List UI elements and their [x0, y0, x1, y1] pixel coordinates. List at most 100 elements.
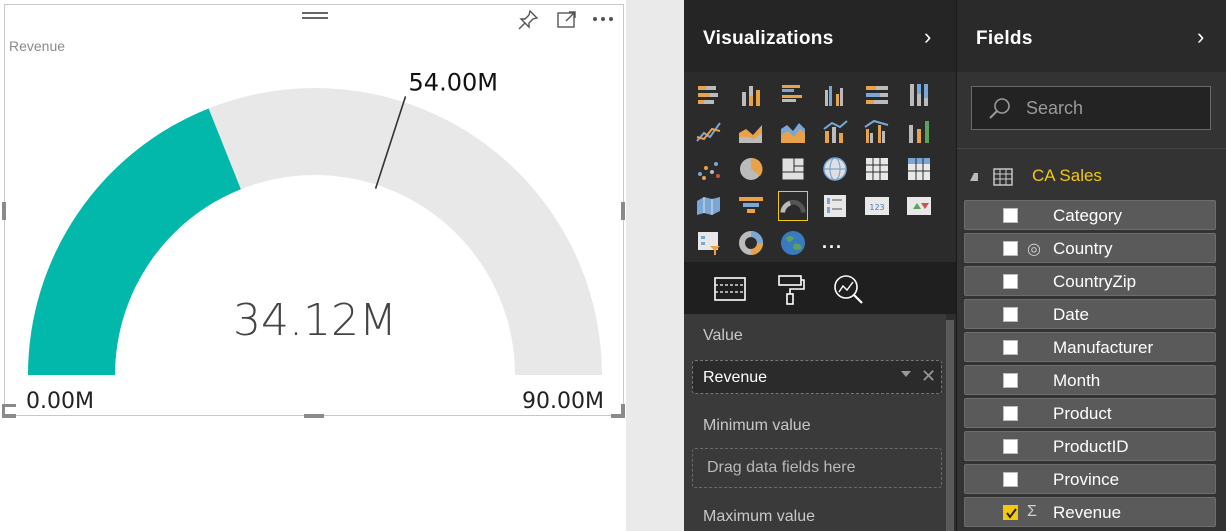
- field-checkbox[interactable]: [1003, 472, 1018, 487]
- map-icon[interactable]: [820, 154, 850, 184]
- minimum-value-well-label: Minimum value: [703, 417, 811, 434]
- table-icon: [993, 168, 1013, 186]
- slicer-icon[interactable]: [694, 228, 724, 258]
- field-item[interactable]: Month: [964, 365, 1216, 395]
- search-placeholder: Search: [1026, 98, 1084, 118]
- field-checkbox[interactable]: [1003, 340, 1018, 355]
- field-item[interactable]: Date: [964, 299, 1216, 329]
- field-label: Product: [1053, 404, 1112, 423]
- treemap-icon[interactable]: [778, 154, 808, 184]
- field-label: Category: [1053, 206, 1122, 225]
- filled-map-icon[interactable]: [694, 191, 724, 221]
- table-name: CA Sales: [1032, 166, 1102, 185]
- card-icon[interactable]: 123: [862, 191, 892, 221]
- fields-pane: Fields › Search CA Sales Category ◎ Countr…: [956, 0, 1226, 531]
- field-item[interactable]: CountryZip: [964, 266, 1216, 296]
- fields-search-input[interactable]: Search: [971, 86, 1211, 130]
- fields-tab-icon[interactable]: [712, 272, 748, 306]
- matrix-icon[interactable]: [904, 154, 934, 184]
- gauge-min-label: 0.00M: [26, 389, 94, 414]
- value-field-name: Revenue: [703, 369, 768, 386]
- field-dropdown-chevron-icon[interactable]: [901, 371, 911, 377]
- area-chart-icon[interactable]: [736, 117, 766, 147]
- field-checkbox[interactable]: [1003, 505, 1018, 520]
- svg-text:123: 123: [869, 203, 884, 212]
- field-checkbox[interactable]: [1003, 208, 1018, 223]
- resize-handle-bottom-middle[interactable]: [304, 414, 324, 418]
- line-chart-icon[interactable]: [694, 117, 724, 147]
- sigma-icon: Σ: [1027, 503, 1037, 520]
- fields-title: Fields: [976, 28, 1033, 49]
- collapse-visualizations-chevron-icon[interactable]: ›: [924, 24, 931, 50]
- field-label: Revenue: [1053, 503, 1122, 522]
- ribbon-chart-icon[interactable]: [904, 117, 934, 147]
- field-label: Province: [1053, 470, 1120, 489]
- pie-chart-icon[interactable]: [736, 154, 766, 184]
- field-label: Month: [1053, 371, 1101, 390]
- field-item[interactable]: Manufacturer: [964, 332, 1216, 362]
- field-item[interactable]: Σ Revenue: [964, 497, 1216, 527]
- visualizations-pane: Visualizations › 123 ... Value Revenue ✕…: [684, 0, 956, 531]
- value-well-field[interactable]: Revenue ✕: [692, 360, 942, 394]
- field-item[interactable]: ProductID: [964, 431, 1216, 461]
- donut-chart-icon[interactable]: [736, 228, 766, 258]
- field-label: Date: [1053, 305, 1089, 324]
- 100-stacked-bar-chart-icon[interactable]: [862, 80, 892, 110]
- field-checkbox[interactable]: [1003, 439, 1018, 454]
- field-label: ProductID: [1053, 437, 1129, 456]
- multi-row-card-icon[interactable]: [820, 191, 850, 221]
- table-icon[interactable]: [862, 154, 892, 184]
- more-visuals-button[interactable]: ...: [822, 232, 852, 262]
- field-checkbox[interactable]: [1003, 406, 1018, 421]
- report-canvas[interactable]: Revenue 54.00M 34.12M 0.00M 90.00M: [0, 0, 684, 531]
- search-icon: [989, 98, 1010, 119]
- funnel-icon[interactable]: [736, 191, 766, 221]
- format-tab-icon[interactable]: [772, 272, 808, 306]
- field-item[interactable]: Province: [964, 464, 1216, 494]
- field-label: CountryZip: [1053, 272, 1137, 291]
- field-item[interactable]: Product: [964, 398, 1216, 428]
- resize-handle-middle-right[interactable]: [621, 202, 625, 220]
- 100-stacked-column-chart-icon[interactable]: [904, 80, 934, 110]
- field-checkbox[interactable]: [1003, 373, 1018, 388]
- globe-icon: ◎: [1027, 241, 1041, 258]
- field-checkbox[interactable]: [1003, 241, 1018, 256]
- stacked-column-chart-icon[interactable]: [736, 80, 766, 110]
- collapse-triangle-icon[interactable]: [970, 173, 978, 181]
- gauge-icon[interactable]: [778, 191, 808, 221]
- wells-scrollbar-thumb[interactable]: [946, 320, 954, 531]
- remove-field-close-icon[interactable]: ✕: [921, 366, 936, 387]
- globe-icon[interactable]: [778, 228, 808, 258]
- resize-handle-middle-left[interactable]: [2, 202, 6, 220]
- field-checkbox[interactable]: [1003, 274, 1018, 289]
- resize-handle-bottom-right-v[interactable]: [621, 404, 625, 418]
- field-checkbox[interactable]: [1003, 307, 1018, 322]
- field-item[interactable]: ◎ Country: [964, 233, 1216, 263]
- field-item[interactable]: Category: [964, 200, 1216, 230]
- gauge-target-label: 54.00M: [409, 68, 498, 96]
- line-and-stacked-column-icon[interactable]: [820, 117, 850, 147]
- fields-divider: [957, 148, 1226, 149]
- fields-header: Fields ›: [957, 0, 1226, 72]
- clustered-column-chart-icon[interactable]: [820, 80, 850, 110]
- gauge-value-arc: [28, 108, 241, 375]
- minimum-value-placeholder: Drag data fields here: [707, 459, 856, 476]
- minimum-value-drop-zone[interactable]: Drag data fields here: [692, 448, 942, 488]
- clustered-bar-chart-icon[interactable]: [778, 80, 808, 110]
- collapse-fields-chevron-icon[interactable]: ›: [1197, 24, 1204, 50]
- resize-handle-bottom-left[interactable]: [2, 414, 16, 418]
- line-and-clustered-column-icon[interactable]: [862, 117, 892, 147]
- kpi-icon[interactable]: [904, 191, 934, 221]
- visualizations-title: Visualizations: [703, 28, 834, 49]
- scatter-chart-icon[interactable]: [694, 154, 724, 184]
- gauge-max-label: 90.00M: [522, 389, 604, 414]
- field-label: Country: [1053, 239, 1113, 258]
- analytics-tab-icon[interactable]: [830, 272, 866, 306]
- field-label: Manufacturer: [1053, 338, 1154, 357]
- table-node[interactable]: CA Sales: [957, 160, 1226, 194]
- stacked-bar-chart-icon[interactable]: [694, 80, 724, 110]
- gauge-value-label: 34.12M: [233, 295, 397, 346]
- gauge-visual[interactable]: Revenue 54.00M 34.12M 0.00M 90.00M: [4, 4, 624, 416]
- gauge-chart: 54.00M 34.12M 0.00M 90.00M: [26, 68, 604, 414]
- stacked-area-chart-icon[interactable]: [778, 117, 808, 147]
